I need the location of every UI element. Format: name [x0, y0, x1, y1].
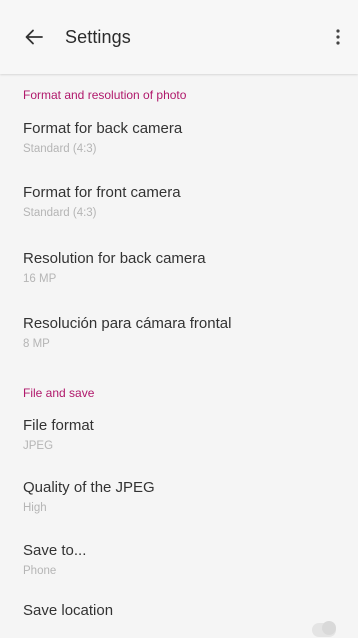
section-header-file: File and save: [23, 386, 95, 400]
save-location-toggle[interactable]: [312, 621, 336, 637]
setting-back-camera-format[interactable]: Format for back camera Standard (4:3): [0, 120, 358, 176]
back-button[interactable]: [19, 22, 49, 52]
setting-title: Resolution for back camera: [23, 250, 206, 267]
section-header-format: Format and resolution of photo: [23, 88, 187, 102]
setting-value: 16 MP: [23, 273, 57, 285]
setting-value: Standard (4:3): [23, 143, 97, 155]
setting-front-camera-format[interactable]: Format for front camera Standard (4:3): [0, 184, 358, 240]
page-title: Settings: [65, 26, 131, 47]
setting-jpeg-quality[interactable]: Quality of the JPEG High: [0, 479, 358, 535]
setting-save-to[interactable]: Save to... Phone: [0, 542, 358, 598]
setting-value: High: [23, 502, 47, 514]
setting-value: Standard (4:3): [23, 207, 97, 219]
setting-title: Format for back camera: [23, 120, 183, 137]
setting-file-format[interactable]: File format JPEG: [0, 417, 358, 473]
app-bar: Settings: [0, 0, 358, 74]
setting-front-camera-resolution[interactable]: Resolución para cámara frontal 8 MP: [0, 315, 358, 371]
setting-back-camera-resolution[interactable]: Resolution for back camera 16 MP: [0, 250, 358, 306]
more-vert-icon: [336, 29, 340, 45]
more-options-button[interactable]: [326, 22, 350, 52]
setting-value: JPEG: [23, 440, 54, 452]
setting-value: 8 MP: [23, 338, 50, 350]
arrow-left-icon: [25, 29, 43, 45]
setting-title: Quality of the JPEG: [23, 479, 155, 496]
settings-list: Format and resolution of photo Format fo…: [0, 74, 358, 638]
setting-title: Save to...: [23, 542, 87, 559]
setting-save-location[interactable]: Save location: [0, 602, 358, 638]
setting-title: Resolución para cámara frontal: [23, 315, 232, 332]
setting-title: File format: [23, 417, 94, 434]
settings-screen: Settings Format and resolution of photo …: [0, 0, 358, 638]
setting-title: Save location: [23, 602, 114, 619]
setting-value: Phone: [23, 565, 57, 577]
setting-title: Format for front camera: [23, 184, 181, 201]
toggle-knob: [322, 621, 336, 635]
